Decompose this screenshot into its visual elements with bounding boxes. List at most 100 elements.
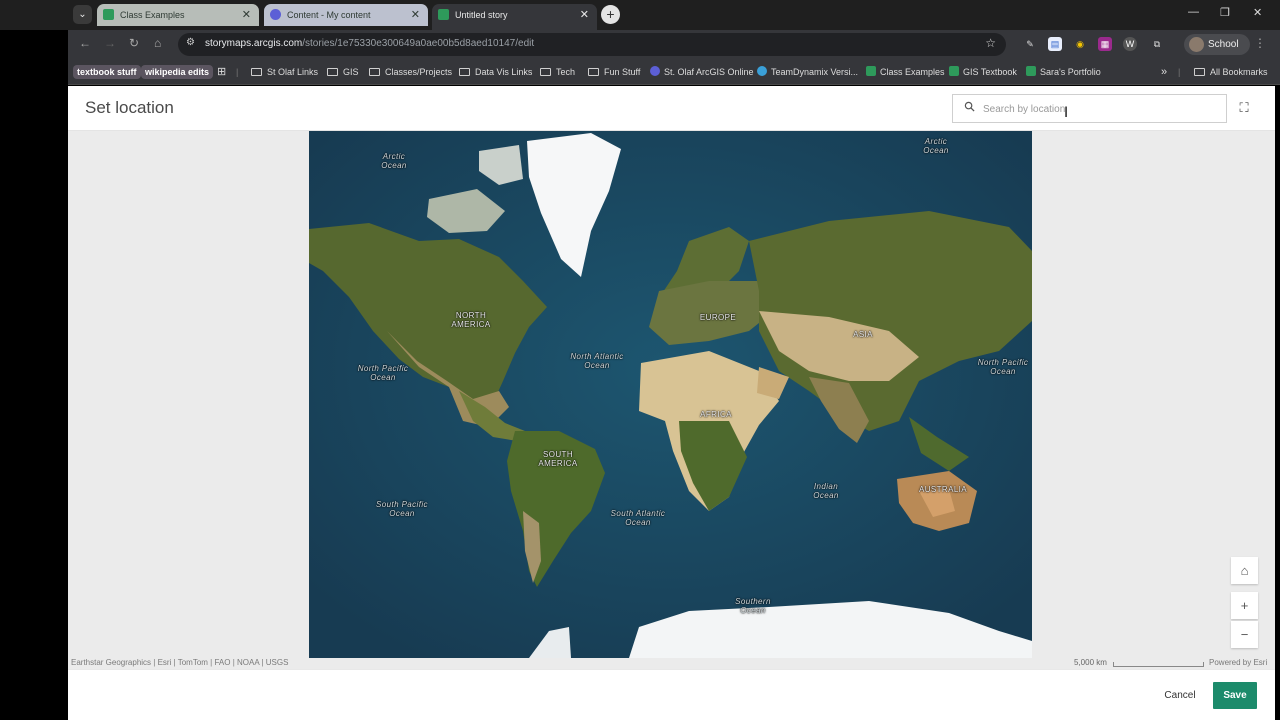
zoom-out-button[interactable]: −: [1231, 621, 1258, 648]
label-indian-ocean: Indian Ocean: [813, 482, 839, 500]
label-europe: EUROPE: [699, 313, 737, 322]
site-info-icon[interactable]: ⚙: [186, 37, 195, 48]
map-home-button[interactable]: ⌂: [1231, 557, 1258, 584]
bookmark-label: Data Vis Links: [475, 67, 533, 77]
powered-by-esri[interactable]: Powered by Esri: [1209, 658, 1267, 667]
tab-content-my-content[interactable]: Content - My content ✕: [264, 4, 428, 26]
bookmark-divider: |: [236, 67, 239, 77]
bookmark-fun-stuff[interactable]: Fun Stuff: [588, 65, 640, 79]
bookmark-class-examples[interactable]: Class Examples: [866, 65, 945, 79]
more-bookmarks-icon[interactable]: »: [1161, 65, 1167, 79]
dialog-header: Set location I ⛶: [68, 86, 1275, 131]
storymaps-icon: [866, 66, 876, 76]
zoom-in-button[interactable]: +: [1231, 592, 1258, 619]
label-south-america: SOUTH AMERICA: [538, 450, 578, 468]
bookmark-teamdynamix[interactable]: TeamDynamix Versi...: [757, 65, 858, 79]
extensions-puzzle-icon[interactable]: ⧉: [1150, 37, 1164, 51]
bookmark-gis-textbook[interactable]: GIS Textbook: [949, 65, 1017, 79]
location-search[interactable]: [952, 94, 1227, 123]
cancel-button[interactable]: Cancel: [1158, 682, 1202, 708]
fullscreen-icon[interactable]: ⛶: [1234, 98, 1254, 118]
apps-grid-icon[interactable]: ⊞: [217, 65, 226, 79]
text-cursor-icon: I: [1064, 105, 1069, 121]
bookmarks-bar: textbook stuff wikipedia edits ⊞ | St Ol…: [68, 59, 1280, 85]
bookmark-label: GIS: [343, 67, 359, 77]
bookmark-star-icon[interactable]: ☆: [985, 36, 996, 50]
tab-label: Untitled story: [455, 10, 508, 20]
folder-icon: [540, 68, 551, 76]
tab-label: Content - My content: [287, 10, 371, 20]
bookmark-label: TeamDynamix Versi...: [771, 67, 859, 77]
reload-icon[interactable]: ↻: [129, 36, 139, 50]
bookmark-textbook-stuff[interactable]: textbook stuff: [73, 65, 141, 79]
bookmark-label: Class Examples: [880, 67, 945, 77]
storymaps-icon: [103, 9, 114, 20]
url-path: /stories/1e75330e300649a0ae00b5d8aed1014…: [302, 38, 535, 49]
bookmark-gis[interactable]: GIS: [327, 65, 359, 79]
bookmark-label: Classes/Projects: [385, 67, 453, 77]
close-icon[interactable]: ✕: [242, 4, 251, 26]
label-north-pacific-ocean-east: North Pacific Ocean: [977, 358, 1029, 376]
search-input[interactable]: [983, 99, 1218, 119]
folder-icon: [369, 68, 380, 76]
arcgis-icon: [270, 9, 281, 20]
label-australia: AUSTRALIA: [918, 485, 968, 494]
bookmark-st-olaf-arcgis-online[interactable]: St. Olaf ArcGIS Online: [650, 65, 754, 79]
bookmark-label: Fun Stuff: [604, 67, 641, 77]
pen-extension-icon[interactable]: ✎: [1023, 37, 1037, 51]
tab-label: Class Examples: [120, 10, 185, 20]
docs-extension-icon[interactable]: ▤: [1048, 37, 1062, 51]
label-asia: ASIA: [853, 330, 873, 339]
eye-extension-icon[interactable]: ◉: [1073, 37, 1087, 51]
minimize-icon[interactable]: —: [1188, 6, 1199, 18]
scale-label: 5,000 km: [1074, 658, 1107, 667]
tab-class-examples[interactable]: Class Examples ✕: [97, 4, 259, 26]
url-text[interactable]: storymaps.arcgis.com/stories/1e75330e300…: [205, 38, 534, 49]
back-arrow-icon[interactable]: ←: [79, 36, 91, 50]
save-button[interactable]: Save: [1213, 682, 1257, 709]
folder-icon: [251, 68, 262, 76]
label-southern-ocean: Southern Ocean: [735, 597, 771, 615]
bookmark-saras-portfolio[interactable]: Sara's Portfolio: [1026, 65, 1101, 79]
bookmark-classes-projects[interactable]: Classes/Projects: [369, 65, 452, 79]
home-icon[interactable]: ⌂: [154, 36, 161, 50]
close-window-icon[interactable]: ✕: [1253, 6, 1262, 19]
folder-icon: [1194, 68, 1205, 76]
address-bar[interactable]: ⚙ storymaps.arcgis.com/stories/1e75330e3…: [178, 33, 1006, 56]
label-africa: AFRICA: [700, 410, 732, 419]
world-map[interactable]: [309, 131, 1032, 658]
label-arctic-ocean-east: Arctic Ocean: [923, 137, 949, 155]
purple-extension-icon[interactable]: ▦: [1098, 37, 1112, 51]
map-view[interactable]: Arctic Ocean Arctic Ocean NORTH AMERICA …: [68, 131, 1275, 669]
bookmark-data-vis-links[interactable]: Data Vis Links: [459, 65, 532, 79]
bookmark-label: All Bookmarks: [1210, 67, 1268, 77]
bookmark-tech[interactable]: Tech: [540, 65, 575, 79]
tab-search-button[interactable]: ⌄: [73, 5, 92, 24]
set-location-dialog: Set location I ⛶: [68, 86, 1275, 720]
profile-label: School: [1208, 39, 1239, 50]
restore-icon[interactable]: ❐: [1220, 6, 1230, 19]
close-icon[interactable]: ✕: [411, 4, 420, 26]
bookmark-st-olaf-links[interactable]: St Olaf Links: [251, 65, 318, 79]
tab-untitled-story[interactable]: Untitled story ✕: [432, 4, 597, 30]
map-attribution[interactable]: Earthstar Geographics | Esri | TomTom | …: [71, 658, 288, 667]
tab-strip: ⌄ Class Examples ✕ Content - My content …: [0, 0, 1280, 30]
browser-toolbar: ← → ↻ ⌂ ⚙ storymaps.arcgis.com/stories/1…: [68, 30, 1280, 59]
w-extension-icon[interactable]: W: [1123, 37, 1137, 51]
arcgis-icon: [650, 66, 660, 76]
new-tab-button[interactable]: +: [601, 5, 620, 24]
url-host: storymaps.arcgis.com: [205, 38, 303, 49]
close-icon[interactable]: ✕: [580, 4, 589, 26]
kebab-menu-icon[interactable]: ⋮: [1254, 36, 1266, 50]
browser-window: ⌄ Class Examples ✕ Content - My content …: [0, 0, 1280, 720]
profile-button[interactable]: School: [1184, 34, 1250, 55]
bookmark-label: St. Olaf ArcGIS Online: [664, 67, 754, 77]
forward-arrow-icon[interactable]: →: [104, 36, 116, 50]
bookmark-wikipedia-edits[interactable]: wikipedia edits: [141, 65, 214, 79]
page-title: Set location: [85, 98, 174, 117]
label-south-pacific-ocean: South Pacific Ocean: [376, 500, 428, 518]
label-arctic-ocean: Arctic Ocean: [381, 152, 407, 170]
bookmark-label: Sara's Portfolio: [1040, 67, 1101, 77]
bookmark-all-bookmarks[interactable]: All Bookmarks: [1194, 65, 1268, 79]
storymaps-icon: [1026, 66, 1036, 76]
